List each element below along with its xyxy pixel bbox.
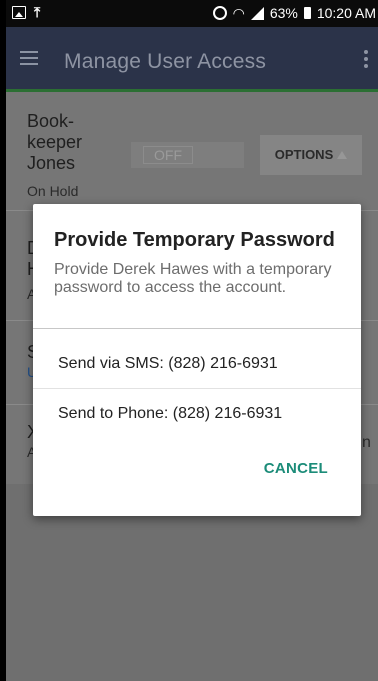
user-name: Book- keeper Jones — [27, 111, 82, 174]
wifi-icon: ◠ — [232, 5, 245, 21]
clock: 10:20 AM — [316, 5, 376, 21]
user-trailing-text: n — [362, 434, 371, 451]
page-title: Manage User Access — [64, 50, 267, 73]
user-name-line: keeper — [27, 132, 83, 152]
user-name-line: Jones — [27, 153, 76, 173]
send-via-sms-option[interactable]: Send via SMS: (828) 216-6931 — [58, 355, 278, 373]
user-name-line: Book- — [27, 111, 75, 131]
battery-icon — [303, 7, 311, 19]
list-item[interactable]: Book- keeper Jones On Hold OFF OPTIONS — [6, 92, 378, 211]
options-button[interactable]: OPTIONS — [260, 135, 362, 175]
battery-text: 63% — [269, 5, 298, 21]
cancel-button[interactable]: CANCEL — [264, 460, 328, 477]
divider — [33, 388, 361, 389]
divider — [33, 328, 361, 329]
signal-icon — [250, 6, 264, 20]
status-right: ◠ 63% 10:20 AM — [212, 5, 376, 21]
dialog-message: Provide Derek Hawes with a temporary pas… — [54, 261, 332, 296]
user-status: On Hold — [27, 183, 79, 199]
access-toggle[interactable]: OFF — [131, 142, 244, 168]
status-left: ⤒ — [12, 5, 40, 19]
status-bar: ⤒ ◠ 63% 10:20 AM — [6, 0, 378, 27]
send-to-phone-option[interactable]: Send to Phone: (828) 216-6931 — [58, 405, 282, 423]
hamburger-menu-icon[interactable] — [20, 51, 38, 65]
toggle-label: OFF — [143, 146, 193, 164]
alarm-icon — [212, 6, 227, 20]
screen: ⤒ ◠ 63% 10:20 AM Manage User Access Book… — [6, 0, 378, 681]
warning-icon — [337, 151, 348, 159]
upload-icon: ⤒ — [34, 4, 41, 20]
overflow-menu-icon[interactable] — [364, 50, 368, 68]
options-label: OPTIONS — [274, 147, 334, 162]
temporary-password-dialog: Provide Temporary Password Provide Derek… — [33, 204, 361, 516]
dialog-title: Provide Temporary Password — [54, 229, 335, 251]
image-icon — [12, 5, 26, 19]
app-bar: Manage User Access — [6, 27, 378, 92]
